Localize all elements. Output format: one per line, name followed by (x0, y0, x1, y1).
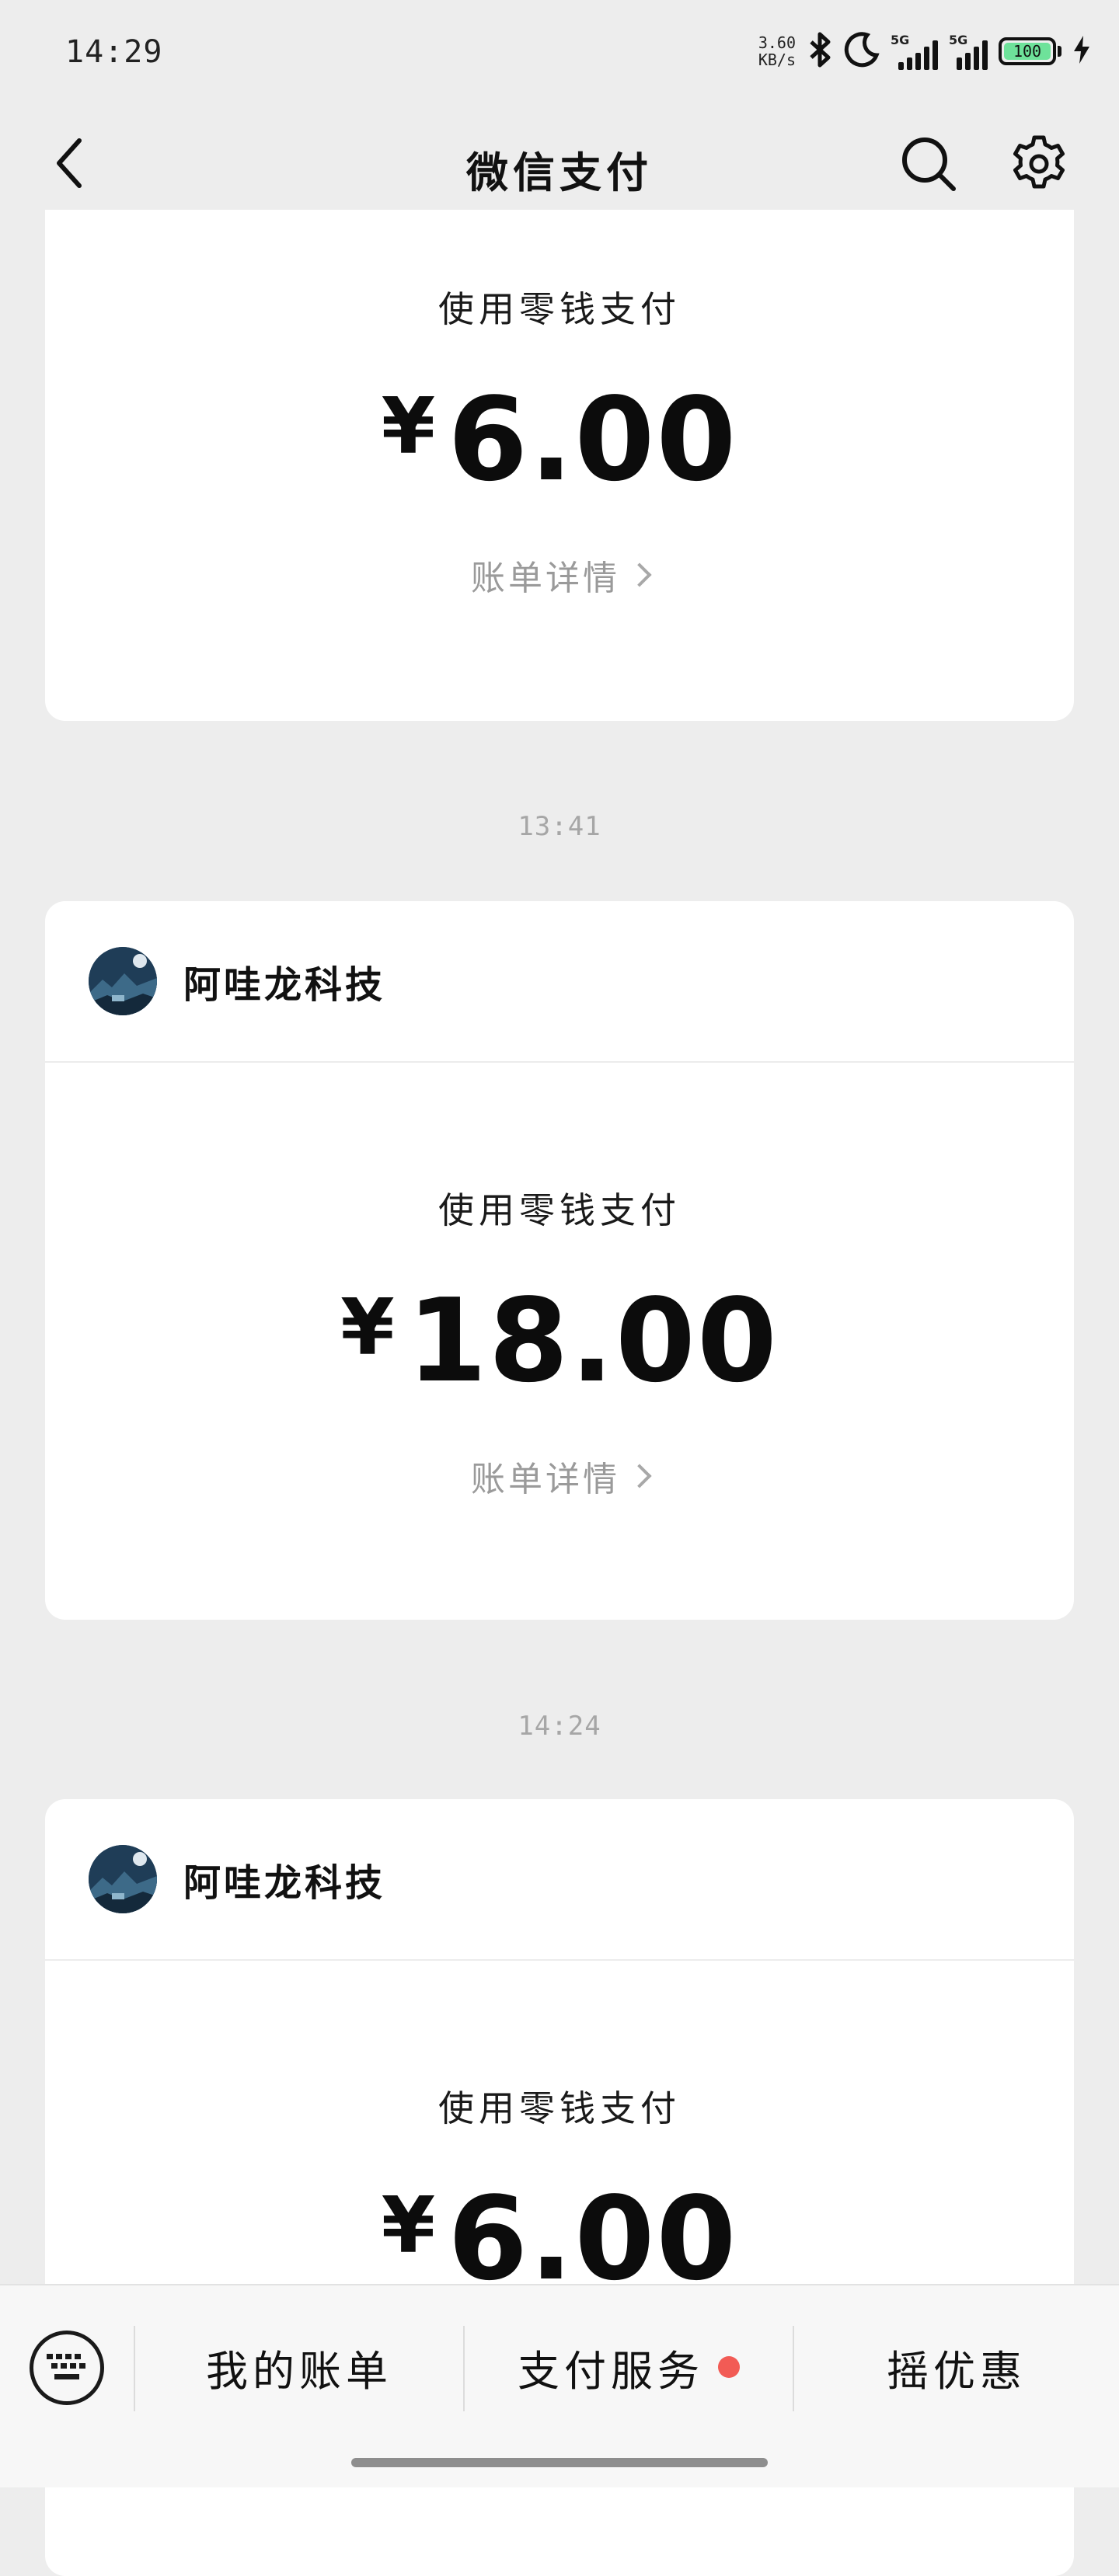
currency-symbol: ¥ (340, 1282, 396, 1373)
payment-method: 使用零钱支付 (438, 2087, 681, 2129)
currency-symbol: ¥ (381, 381, 437, 472)
menu-my-bills-label: 我的账单 (206, 2346, 392, 2396)
notification-dot-icon (718, 2356, 740, 2378)
moon-icon (844, 32, 880, 71)
keyboard-icon (47, 2354, 85, 2379)
merchant-name: 阿哇龙科技 (183, 963, 386, 1007)
charging-icon (1072, 34, 1091, 68)
battery-level: 100 (1004, 42, 1051, 61)
bluetooth-icon (807, 31, 833, 71)
payment-amount: ¥18.00 (45, 1283, 1074, 1398)
home-indicator[interactable] (351, 2458, 768, 2467)
bill-detail-label: 账单详情 (471, 1460, 620, 1499)
payment-method: 使用零钱支付 (438, 1189, 681, 1231)
settings-button[interactable] (1004, 129, 1074, 199)
bill-detail-link[interactable]: 账单详情 (45, 1451, 1074, 1501)
payment-amount: ¥6.00 (45, 382, 1074, 497)
amount-value: 18.00 (406, 1274, 779, 1408)
bill-detail-link[interactable]: 账单详情 (45, 550, 1074, 600)
status-icons: 3.60 KB/s 5G 5G 100 (758, 28, 1091, 75)
signal-icon: 5G (891, 33, 938, 70)
battery-icon: 100 (999, 37, 1061, 65)
menu-payment-services[interactable]: 支付服务 (465, 2317, 793, 2418)
status-time: 14:29 (65, 34, 163, 70)
message-timestamp: 14:24 (518, 1711, 601, 1742)
currency-symbol: ¥ (381, 2180, 437, 2271)
network-speed-value: 3.60 (758, 33, 796, 52)
menu-shake-discount-label: 摇优惠 (887, 2346, 1027, 2396)
nav-bar: 微信支付 (0, 101, 1119, 225)
merchant-header[interactable]: 阿哇龙科技 (45, 901, 1074, 1063)
search-button[interactable] (894, 129, 964, 199)
network-speed-unit: KB/s (758, 50, 796, 69)
merchant-avatar (89, 1845, 157, 1913)
merchant-header[interactable]: 阿哇龙科技 (45, 1799, 1074, 1961)
menu-my-bills[interactable]: 我的账单 (135, 2317, 463, 2418)
payment-method: 使用零钱支付 (438, 288, 681, 330)
amount-value: 6.00 (448, 373, 738, 506)
message-timestamp: 13:41 (518, 811, 601, 842)
bottom-menu: 我的账单 支付服务 摇优惠 (0, 2284, 1119, 2487)
keyboard-toggle-button[interactable] (30, 2331, 104, 2405)
merchant-name: 阿哇龙科技 (183, 1861, 386, 1905)
merchant-avatar (89, 947, 157, 1015)
menu-shake-discount[interactable]: 摇优惠 (794, 2317, 1119, 2418)
status-bar: 14:29 3.60 KB/s 5G 5G 100 (0, 0, 1119, 101)
network-speed: 3.60 KB/s (758, 34, 796, 68)
chevron-right-icon (627, 562, 652, 587)
bill-detail-label: 账单详情 (471, 559, 620, 598)
payment-card[interactable]: 使用零钱支付 ¥6.00 账单详情 (45, 210, 1074, 721)
gear-icon (1013, 135, 1065, 189)
menu-payment-services-label: 支付服务 (518, 2346, 704, 2396)
payment-card[interactable]: 阿哇龙科技 使用零钱支付 ¥18.00 账单详情 (45, 901, 1074, 1620)
search-icon (902, 138, 956, 191)
payment-amount: ¥6.00 (45, 2181, 1074, 2296)
chevron-right-icon (627, 1464, 652, 1488)
signal-icon-2: 5G (949, 33, 988, 70)
sim2-label: 5G (949, 33, 968, 47)
sim1-label: 5G (891, 33, 910, 47)
